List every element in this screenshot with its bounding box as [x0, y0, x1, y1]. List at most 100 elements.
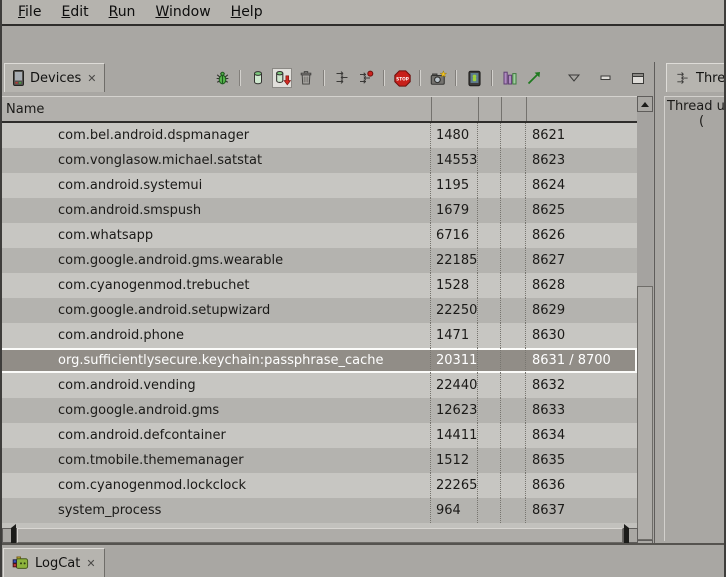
- dump-hprof-button[interactable]: [272, 68, 292, 88]
- camera-icon: [430, 70, 447, 87]
- cell-port: 8635: [526, 448, 637, 473]
- cell-pid: 964: [431, 498, 478, 523]
- tab-devices[interactable]: Devices ✕: [4, 63, 105, 92]
- svg-text:STOP: STOP: [396, 76, 409, 82]
- menu-file[interactable]: File: [8, 2, 51, 22]
- column-header-heap[interactable]: [478, 97, 501, 121]
- toolbar-separator: [455, 70, 457, 86]
- table-row[interactable]: com.android.systemui11958624: [0, 173, 637, 198]
- columns-view-button[interactable]: [500, 68, 520, 88]
- devices-view-toolbar: STOP: [212, 67, 652, 89]
- arrow-up-icon: [641, 102, 649, 107]
- minimize-view-button[interactable]: [596, 68, 616, 88]
- stop-sign-icon: STOP: [394, 70, 411, 87]
- cell-c4: [501, 498, 526, 523]
- column-header-pid[interactable]: [431, 97, 478, 121]
- start-method-profiling-button[interactable]: [356, 68, 376, 88]
- logcat-bar: LogCat ✕: [0, 545, 726, 577]
- cell-port: 8634: [526, 423, 637, 448]
- update-heap-button[interactable]: [248, 68, 268, 88]
- cell-port: 8630: [526, 323, 637, 348]
- columns-chart-icon: [502, 70, 518, 86]
- cell-pid: 14411: [431, 423, 478, 448]
- column-header-port[interactable]: [526, 97, 637, 121]
- vertical-scrollbar-thumb[interactable]: [637, 286, 653, 540]
- table-row[interactable]: com.tmobile.thememanager15128635: [0, 448, 637, 473]
- cell-c4: [501, 223, 526, 248]
- tab-threads[interactable]: Threads: [666, 63, 726, 92]
- table-row[interactable]: com.android.vending224408632: [0, 373, 637, 398]
- ddms-window: File Edit Run Window Help Devices ✕: [0, 0, 726, 577]
- cell-c4: [501, 423, 526, 448]
- cell-c4: [501, 148, 526, 173]
- table-row[interactable]: com.vonglasow.michael.satstat145538623: [0, 148, 637, 173]
- close-icon[interactable]: ✕: [87, 73, 96, 84]
- trash-icon: [298, 70, 314, 86]
- cell-c3: [478, 273, 501, 298]
- cell-port: 8629: [526, 298, 637, 323]
- table-row[interactable]: com.google.android.gms126238633: [0, 398, 637, 423]
- toolbar-separator: [239, 70, 241, 86]
- scroll-left-button[interactable]: [2, 528, 17, 543]
- cell-c3: [478, 498, 501, 523]
- threads-tab-icon: [675, 71, 690, 86]
- screen-capture-button[interactable]: [428, 68, 448, 88]
- table-row[interactable]: com.google.android.setupwizard22250 8629: [0, 298, 637, 323]
- vertical-scrollbar[interactable]: [637, 96, 653, 556]
- cell-port: 8633: [526, 398, 637, 423]
- cell-pid: 1480: [431, 123, 478, 148]
- cell-c4: [501, 398, 526, 423]
- update-threads-button[interactable]: [332, 68, 352, 88]
- table-row[interactable]: com.android.smspush16798625: [0, 198, 637, 223]
- toolbar-separator: [419, 70, 421, 86]
- devices-tabbar: Devices ✕: [0, 62, 655, 94]
- menu-help[interactable]: Help: [221, 2, 273, 22]
- scroll-up-button[interactable]: [637, 96, 653, 112]
- panel-divider[interactable]: [654, 62, 655, 543]
- column-header-name[interactable]: Name: [0, 97, 431, 121]
- stop-process-button[interactable]: STOP: [392, 68, 412, 88]
- horizontal-scrollbar[interactable]: [2, 528, 638, 543]
- scroll-right-button[interactable]: [623, 528, 638, 543]
- cell-name: com.android.smspush: [0, 198, 431, 223]
- table-row[interactable]: org.sufficientlysecure.keychain:passphra…: [0, 348, 637, 373]
- cell-pid: 22250: [431, 298, 478, 323]
- table-row[interactable]: system_process9648637: [0, 498, 637, 523]
- menu-run[interactable]: Run: [99, 2, 146, 22]
- cell-pid: 1471: [431, 323, 478, 348]
- menu-window[interactable]: Window: [145, 2, 220, 22]
- threads-panel-content: Thread up (: [664, 96, 726, 541]
- cell-c4: [501, 173, 526, 198]
- table-row[interactable]: com.cyanogenmod.trebuchet15288628: [0, 273, 637, 298]
- device-table-header: Name: [0, 96, 653, 123]
- device-screen-button[interactable]: [464, 68, 484, 88]
- cell-port: 8632: [526, 373, 637, 398]
- table-row[interactable]: com.cyanogenmod.lockclock222658636: [0, 473, 637, 498]
- maximize-view-button[interactable]: [628, 68, 648, 88]
- cell-port: 8621: [526, 123, 637, 148]
- menu-edit[interactable]: Edit: [51, 2, 98, 22]
- table-row[interactable]: com.google.android.gms.wearable221858627: [0, 248, 637, 273]
- tab-logcat[interactable]: LogCat ✕: [3, 548, 105, 577]
- threads-profiling-icon: [358, 70, 374, 86]
- horizontal-scrollbar-thumb[interactable]: [17, 528, 623, 543]
- cell-name: com.vonglasow.michael.satstat: [0, 148, 431, 173]
- profiling-arrow-button[interactable]: [524, 68, 544, 88]
- table-row[interactable]: com.android.phone14718630: [0, 323, 637, 348]
- cell-name: com.google.android.gms: [0, 398, 431, 423]
- cell-name: org.sufficientlysecure.keychain:passphra…: [0, 348, 431, 373]
- cell-name: com.google.android.gms.wearable: [0, 248, 431, 273]
- close-icon[interactable]: ✕: [86, 558, 95, 569]
- table-row[interactable]: com.whatsapp67168626: [0, 223, 637, 248]
- cell-pid: 22185: [431, 248, 478, 273]
- table-row[interactable]: com.bel.android.dspmanager14808621: [0, 123, 637, 148]
- cell-c4: [501, 198, 526, 223]
- column-header-threads[interactable]: [501, 97, 526, 121]
- cell-name: com.google.android.setupwizard: [0, 298, 431, 323]
- cell-c4: [501, 123, 526, 148]
- view-menu-button[interactable]: [564, 68, 584, 88]
- cell-name: com.android.systemui: [0, 173, 431, 198]
- debug-process-button[interactable]: [212, 68, 232, 88]
- cause-gc-button[interactable]: [296, 68, 316, 88]
- table-row[interactable]: com.android.defcontainer144118634: [0, 423, 637, 448]
